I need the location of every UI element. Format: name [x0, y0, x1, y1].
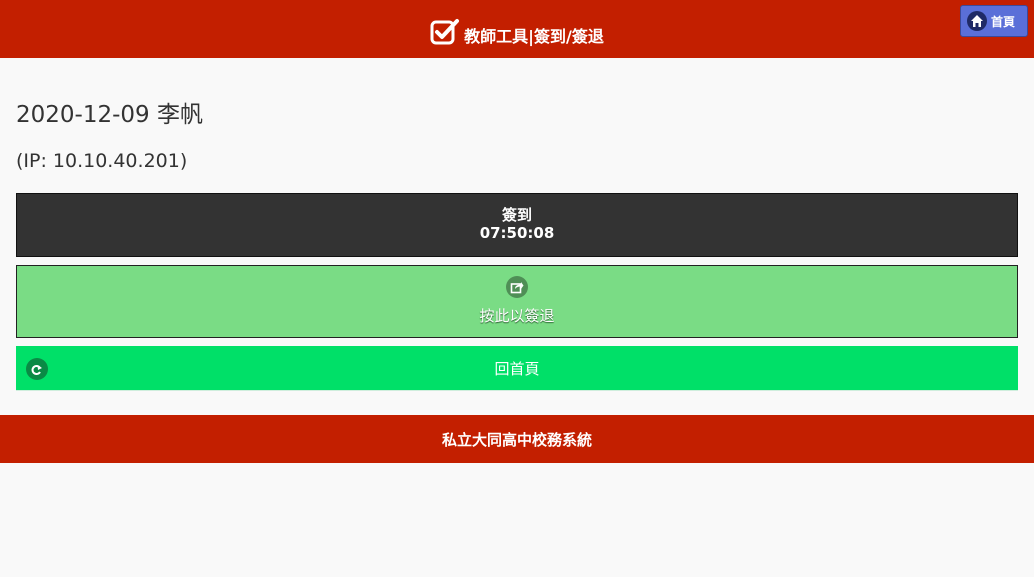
- checkin-status-panel: 簽到 07:50:08: [16, 193, 1018, 257]
- page-title: 教師工具|簽到/簽退: [464, 27, 604, 46]
- redo-arrow-icon: [26, 358, 48, 380]
- school-system-name: 私立大同高中校務系統: [441, 430, 592, 449]
- page-footer: 私立大同高中校務系統: [0, 415, 1034, 463]
- date-and-user-name: 2020-12-09 李帆: [16, 102, 203, 128]
- checkin-label: 簽到: [501, 206, 532, 224]
- checkin-time: 07:50:08: [479, 224, 555, 242]
- home-button-label: 首頁: [991, 14, 1016, 29]
- page-header: 教師工具|簽到/簽退 首頁: [0, 0, 1034, 58]
- back-to-home-label: 回首頁: [494, 359, 540, 378]
- share-icon: [506, 276, 528, 298]
- home-button[interactable]: 首頁: [960, 5, 1028, 37]
- checkout-button[interactable]: 按此以簽退: [16, 265, 1018, 338]
- back-to-home-button[interactable]: 回首頁: [16, 346, 1018, 391]
- home-icon: [967, 11, 987, 31]
- ip-address: (IP: 10.10.40.201): [16, 150, 188, 172]
- checkout-label: 按此以簽退: [479, 307, 555, 325]
- checkbox-checked-icon: [430, 18, 460, 46]
- header-title-group: 教師工具|簽到/簽退: [430, 18, 604, 46]
